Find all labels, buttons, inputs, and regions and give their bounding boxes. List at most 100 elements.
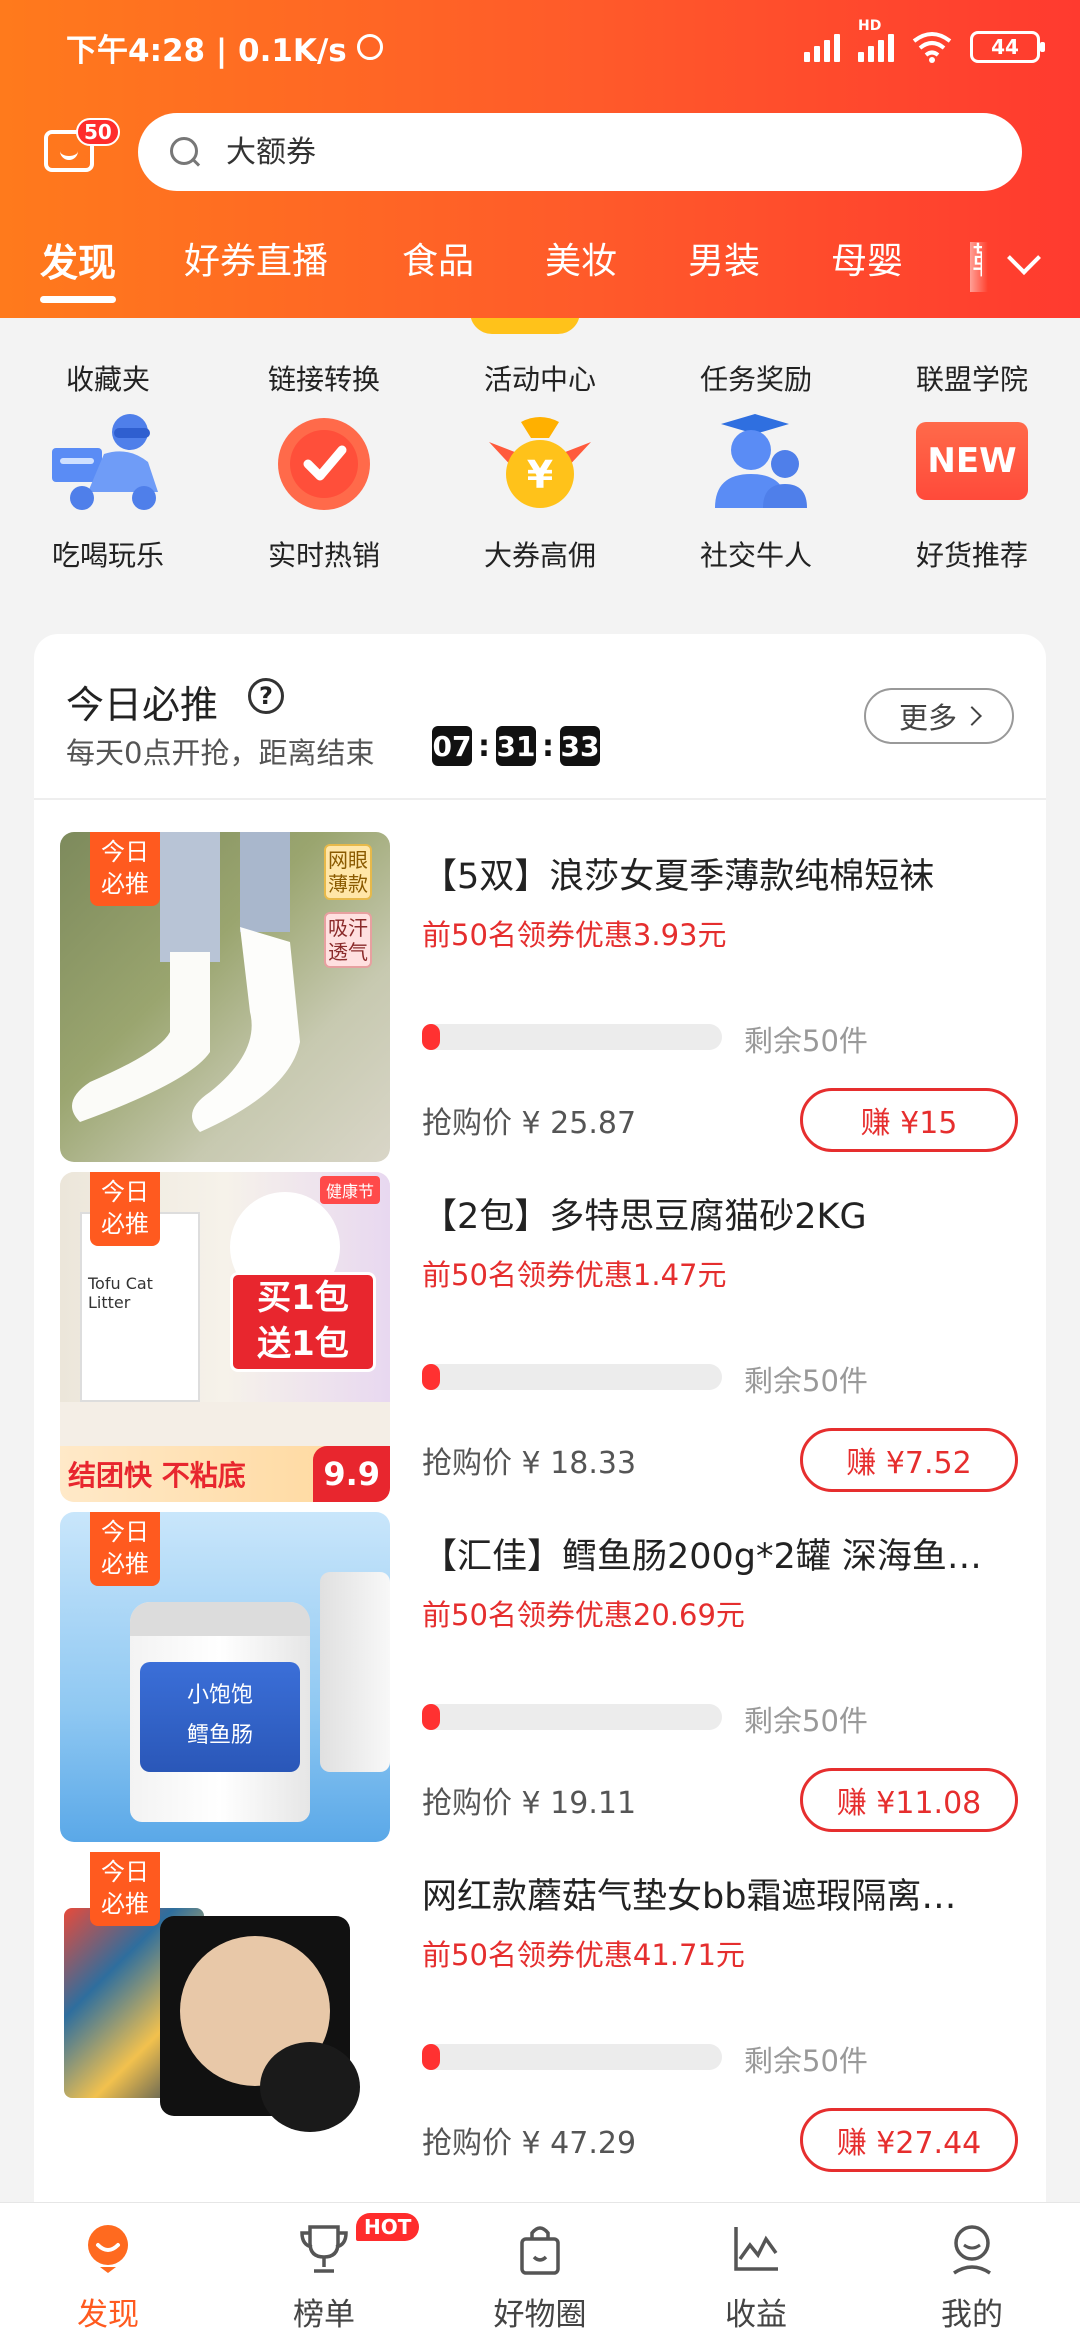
search-input[interactable] (226, 134, 926, 170)
shortcut-social-expert[interactable]: 社交牛人 (648, 412, 864, 574)
product-price: 抢购价 ¥ 19.11 (422, 1786, 637, 1821)
daily-pick-tag: 今日 必推 (90, 832, 160, 906)
search-icon (168, 135, 202, 169)
remaining-count: 剩余50件 (744, 1704, 868, 1738)
battery-level: 44 (991, 35, 1019, 59)
product-title[interactable]: 【汇佳】鳕鱼肠200g*2罐 深海鱼… (422, 1528, 1026, 1579)
tag-text: 今日 (101, 1858, 149, 1886)
product-title[interactable]: 网红款蘑菇气垫女bb霜遮瑕隔离… (422, 1868, 1026, 1919)
tab-menswear[interactable]: 男装 (688, 232, 760, 284)
help-icon[interactable]: ? (248, 678, 284, 714)
image-sticker: 健康节 (319, 1176, 380, 1204)
product-coupon: 前50名领券优惠3.93元 (422, 918, 727, 952)
stock-progress-fill (422, 2044, 440, 2070)
shortcut-realtime-hot[interactable]: 实时热销 (216, 412, 432, 574)
more-button[interactable]: 更多 (864, 688, 1014, 744)
timer-minutes: 31 (496, 726, 536, 766)
nav-discover[interactable]: 发现 (0, 2203, 216, 2340)
countdown-timer: 07 : 31 : 33 (432, 726, 600, 766)
nav-label: 发现 (77, 2297, 139, 2333)
nav-label: 我的 (941, 2297, 1003, 2333)
more-label: 更多 (898, 701, 957, 735)
shortcut-good-picks[interactable]: NEW 好货推荐 (864, 412, 1080, 574)
stock-progress-fill (422, 1024, 440, 1050)
tab-discover[interactable]: 发现 (40, 232, 117, 303)
product-price: 抢购价 ¥ 25.87 (422, 1106, 637, 1141)
divider (34, 798, 1046, 800)
nav-earnings[interactable]: 收益 (648, 2203, 864, 2340)
product-coupon: 前50名领券优惠20.69元 (422, 1598, 745, 1632)
shortcut-label: 任务奖励 (699, 363, 812, 396)
tag-text: 必推 (101, 1890, 149, 1918)
section-title: 今日必推 (66, 683, 219, 727)
stock-progress-bar (422, 1364, 722, 1390)
stock-progress-fill (422, 1364, 440, 1390)
hot-badge: HOT (356, 2213, 420, 2241)
product-item[interactable]: Tofu Cat Litter 健康节 买1包 送1包 结团快 不粘底 9.9 今… (34, 1172, 1046, 1502)
product-title[interactable]: 【5双】浪莎女夏季薄款纯棉短袜 (422, 848, 1026, 899)
product-jar: 小饱饱 鳕鱼肠 (130, 1602, 310, 1822)
shortcut-link-convert[interactable]: 链接转换 (216, 358, 432, 398)
message-button[interactable]: 50 (40, 118, 120, 180)
earn-button[interactable]: 赚 ¥27.44 (800, 2108, 1018, 2172)
wifi-icon (912, 32, 952, 63)
shortcut-label: 链接转换 (267, 363, 380, 396)
alarm-icon (356, 34, 383, 60)
remaining-count: 剩余50件 (744, 1364, 868, 1398)
promo-sticker: 买1包 送1包 (230, 1272, 376, 1372)
earn-button[interactable]: 赚 ¥15 (800, 1088, 1018, 1152)
shortcut-label: 活动中心 (483, 363, 596, 396)
tag-text: 今日 (101, 838, 149, 866)
shortcut-food-fun[interactable]: 吃喝玩乐 (0, 412, 216, 574)
new-badge-icon: NEW (916, 412, 1028, 512)
nav-rankings[interactable]: HOT 榜单 (216, 2203, 432, 2340)
svg-text:¥: ¥ (527, 453, 553, 497)
sticker-text: 吸汗 (328, 916, 368, 940)
yuan-money-bag-icon: ¥ (489, 412, 591, 512)
product-coupon: 前50名领券优惠41.71元 (422, 1938, 745, 1972)
shortcut-label: 大券高佣 (483, 539, 596, 572)
stock-progress-bar (422, 1024, 722, 1050)
promo-text: 送1包 (257, 1324, 349, 1364)
shortcut-activity-center[interactable]: 活动中心 (432, 358, 648, 398)
tab-baby[interactable]: 母婴 (831, 232, 903, 284)
shortcut-label: 收藏夹 (65, 363, 150, 396)
tag-text: 必推 (101, 1210, 149, 1238)
daily-pick-tag: 今日 必推 (90, 1172, 160, 1246)
product-item[interactable]: 小饱饱 鳕鱼肠 今日 必推 【汇佳】鳕鱼肠200g*2罐 深海鱼… 前50名领券优惠… (34, 1512, 1046, 1842)
nav-profile[interactable]: 我的 (864, 2203, 1080, 2340)
shortcut-task-rewards[interactable]: 任务奖励 (648, 358, 864, 398)
shopping-bag-icon (512, 2221, 568, 2277)
tag-text: 必推 (101, 1550, 149, 1578)
shortcut-label: 实时热销 (267, 539, 380, 572)
product-price: 抢购价 ¥ 18.33 (422, 1446, 637, 1481)
shortcut-academy[interactable]: 联盟学院 (864, 358, 1080, 398)
tab-coupon-live[interactable]: 好券直播 (184, 232, 328, 284)
product-title[interactable]: 【2包】多特思豆腐猫砂2KG (422, 1188, 1026, 1239)
sticker-text: 透气 (328, 940, 368, 964)
earn-button[interactable]: 赚 ¥11.08 (800, 1768, 1018, 1832)
product-price: 抢购价 ¥ 47.29 (422, 2126, 637, 2161)
shortcut-label: 吃喝玩乐 (51, 539, 164, 572)
shortcut-big-coupon[interactable]: ¥ 大券高佣 (432, 412, 648, 574)
jar-label-text: 小饱饱 (186, 1683, 253, 1708)
mushroom-puff (260, 2042, 360, 2132)
category-tabs: 发现 好券直播 食品 美妆 男装 母婴 鞋 (0, 232, 1080, 303)
band-price: 9.9 (313, 1446, 390, 1502)
product-item[interactable]: 今日 必推 网红款蘑菇气垫女bb霜遮瑕隔离… 前50名领券优惠41.71元 剩余5… (34, 1852, 1046, 2182)
people-icon (706, 412, 807, 512)
top-header: 下午4:28 | 0.1K/s HD 44 50 发现 好券直播 食品 美妆 男… (0, 0, 1080, 318)
search-bar[interactable] (138, 113, 1022, 191)
jar-label-text: 鳕鱼肠 (186, 1723, 253, 1748)
timer-colon: : (478, 728, 490, 764)
earn-button[interactable]: 赚 ¥7.52 (800, 1428, 1018, 1492)
signal-icon (804, 32, 840, 62)
chevron-down-icon[interactable] (1006, 246, 1046, 286)
product-item[interactable]: 网眼 薄款 吸汗 透气 今日 必推 【5双】浪莎女夏季薄款纯棉短袜 前50名领券优惠3… (34, 832, 1046, 1162)
tab-beauty[interactable]: 美妆 (545, 232, 617, 284)
nav-good-things[interactable]: 好物圈 (432, 2203, 648, 2340)
tab-food[interactable]: 食品 (402, 232, 474, 284)
clock-icon (274, 412, 374, 512)
shortcut-favorites[interactable]: 收藏夹 (0, 358, 216, 398)
battery-icon: 44 (970, 31, 1045, 63)
